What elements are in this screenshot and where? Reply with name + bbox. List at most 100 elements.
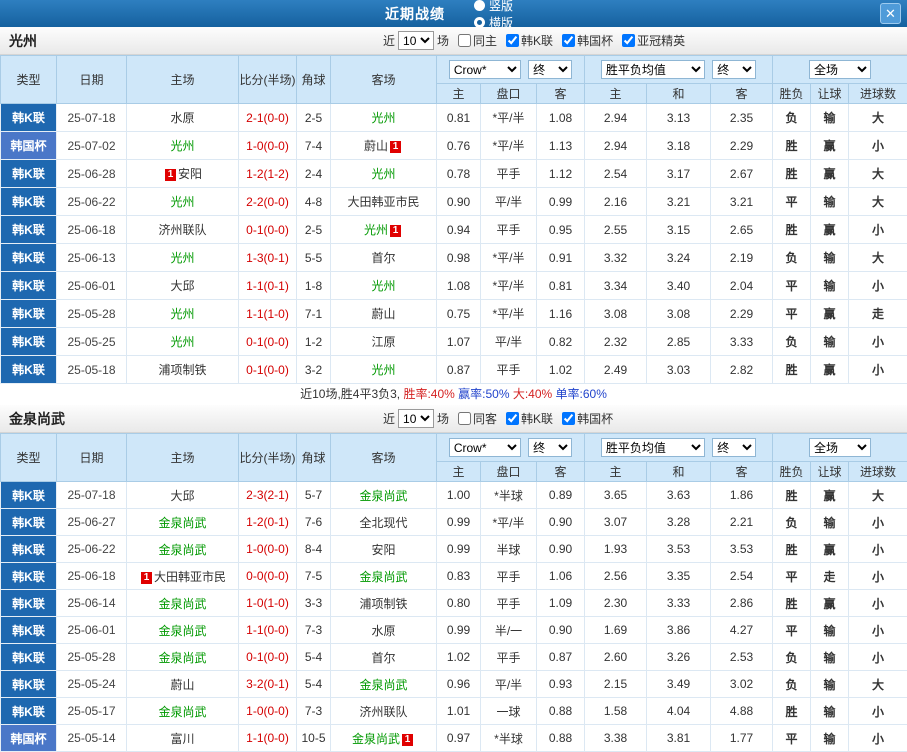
summary-line: 近10场,胜4平3负3, 胜率:40% 赢率:50% 大:40% 单率:60%: [0, 384, 907, 405]
checkbox-input[interactable]: [506, 33, 520, 47]
filter-checkbox-亚冠精英[interactable]: 亚冠精英: [622, 32, 685, 49]
checkbox-input[interactable]: [458, 411, 472, 425]
europe-away: 4.27: [709, 616, 774, 644]
home-team: 浦项制铁: [126, 355, 239, 384]
home-team: 金泉尚武: [126, 616, 239, 644]
team-label: 金泉尚武: [351, 731, 400, 746]
team-section: 光州 近 10 场 同主 韩K联 韩国杯 亚冠精英 类型 日期 主场 比分(半场…: [0, 27, 907, 405]
away-team: 光州: [330, 271, 437, 300]
away-team: 金泉尚武: [330, 562, 437, 590]
result-handicap: 赢: [810, 131, 850, 160]
games-count-select[interactable]: 10: [398, 31, 435, 50]
checkbox-label: 亚冠精英: [637, 33, 686, 48]
checkbox-input[interactable]: [622, 33, 636, 47]
games-count-select[interactable]: 10: [398, 409, 435, 428]
filter-checkbox-韩国杯[interactable]: 韩国杯: [562, 410, 613, 427]
handicap: *平/半: [480, 508, 537, 536]
result-group-header: 全场: [772, 55, 907, 84]
result-wdl: 平: [772, 724, 812, 752]
checkbox-input[interactable]: [562, 33, 576, 47]
corner-score: 3-2: [296, 355, 331, 384]
result-wdl: 平: [772, 616, 812, 644]
home-team: 济州联队: [126, 215, 239, 244]
odds-stage-select[interactable]: 终: [528, 60, 573, 79]
odds-away: 0.90: [536, 616, 585, 644]
col-header-score: 比分(半场): [238, 433, 297, 482]
league-badge: 韩K联: [0, 243, 57, 272]
layout-radio-vertical[interactable]: 竖版: [473, 0, 513, 14]
handicap: 半球: [480, 535, 537, 563]
close-button[interactable]: ✕: [880, 3, 901, 24]
score: 1-0(0-0): [238, 535, 297, 563]
col-header-odds-home: 主: [436, 83, 481, 104]
team-label: 光州: [170, 139, 195, 153]
europe-average-select[interactable]: 胜平负均值: [600, 60, 705, 79]
score: 0-1(0-0): [238, 643, 297, 671]
odds-stage-select[interactable]: 终: [528, 438, 573, 457]
bookmaker-select[interactable]: Crow*: [448, 438, 521, 457]
odds-away: 0.99: [536, 187, 585, 216]
handicap: 平手: [480, 159, 537, 188]
odds-home: 0.87: [436, 355, 481, 384]
odds-home: 0.80: [436, 589, 481, 617]
scope-select[interactable]: 全场: [809, 60, 872, 79]
filter-checkbox-韩K联[interactable]: 韩K联: [506, 410, 553, 427]
europe-home: 2.55: [584, 215, 647, 244]
result-goals: 小: [848, 215, 907, 244]
filter-checkbox-韩国杯[interactable]: 韩国杯: [562, 32, 613, 49]
col-header-type: 类型: [0, 433, 57, 482]
home-team: 光州: [126, 187, 239, 216]
scope-select[interactable]: 全场: [809, 438, 872, 457]
result-wdl: 胜: [772, 215, 812, 244]
score: 0-1(0-0): [238, 327, 297, 356]
checkbox-input[interactable]: [458, 33, 472, 47]
league-badge: 韩K联: [0, 562, 57, 590]
odds-home: 1.02: [436, 643, 481, 671]
corner-score: 4-8: [296, 187, 331, 216]
team-label: 水原: [170, 111, 195, 125]
away-team: 水原: [330, 616, 437, 644]
europe-average-select[interactable]: 胜平负均值: [600, 438, 705, 457]
team-label: 金泉尚武: [158, 704, 207, 719]
home-team: 大邱: [126, 271, 239, 300]
checkbox-input[interactable]: [506, 411, 520, 425]
col-header-result-goals: 进球数: [848, 461, 907, 482]
radio-icon: [473, 16, 485, 28]
match-row: 韩K联 25-05-25 光州 0-1(0-0) 1-2 江原 1.07 平/半…: [0, 327, 907, 356]
checkbox-label: 韩K联: [521, 33, 554, 48]
europe-stage-select[interactable]: 终: [712, 60, 757, 79]
europe-draw: 3.63: [646, 481, 711, 509]
col-header-date: 日期: [56, 433, 127, 482]
corner-score: 8-4: [296, 535, 331, 563]
col-header-odds-home: 主: [436, 461, 481, 482]
europe-home: 1.93: [584, 535, 647, 563]
corner-score: 10-5: [296, 724, 331, 752]
odds-away: 0.81: [536, 271, 585, 300]
home-team: 光州: [126, 327, 239, 356]
filter-checkbox-同客[interactable]: 同客: [458, 410, 497, 427]
europe-stage-select[interactable]: 终: [712, 438, 757, 457]
corner-score: 7-1: [296, 299, 331, 328]
league-badge: 韩K联: [0, 159, 57, 188]
handicap: 平手: [480, 215, 537, 244]
away-team: 蔚山 1: [330, 131, 437, 160]
filter-checkbox-同主[interactable]: 同主: [458, 32, 497, 49]
checkbox-input[interactable]: [562, 411, 576, 425]
result-goals: 小: [848, 535, 907, 563]
filter-checkbox-韩K联[interactable]: 韩K联: [506, 32, 553, 49]
bookmaker-select[interactable]: Crow*: [448, 60, 521, 79]
col-header-date: 日期: [56, 55, 127, 104]
match-row: 韩K联 25-06-01 金泉尚武 1-1(0-0) 7-3 水原 0.99 半…: [0, 616, 907, 644]
col-header-corner: 角球: [296, 433, 331, 482]
team-label: 蔚山: [363, 139, 388, 153]
europe-home: 2.15: [584, 670, 647, 698]
odds-home: 0.78: [436, 159, 481, 188]
result-goals: 小: [848, 327, 907, 356]
col-header-result-handicap: 让球: [810, 461, 850, 482]
odds-away: 1.12: [536, 159, 585, 188]
corner-score: 7-3: [296, 697, 331, 725]
score: 2-3(2-1): [238, 481, 297, 509]
away-team: 光州: [330, 355, 437, 384]
away-team: 首尔: [330, 243, 437, 272]
team-label: 大田韩亚市民: [347, 195, 420, 209]
